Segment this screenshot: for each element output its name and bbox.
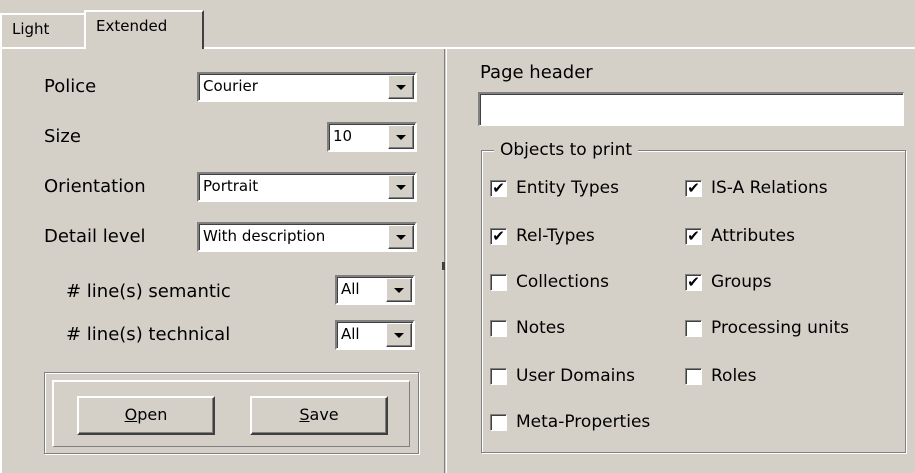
size-value: 10 bbox=[333, 127, 353, 145]
police-select[interactable]: Courier bbox=[197, 72, 417, 102]
checkbox-roles[interactable]: Roles bbox=[685, 366, 757, 386]
tab-light[interactable]: Light bbox=[0, 13, 85, 47]
checkbox-label: Processing units bbox=[711, 318, 849, 338]
orientation-label: Orientation bbox=[44, 176, 146, 197]
checkbox-label: Roles bbox=[711, 366, 757, 386]
checkbox-label: IS-A Relations bbox=[711, 178, 828, 198]
technical-lines-select[interactable]: All bbox=[335, 320, 415, 350]
checkbox-box[interactable]: ✔ bbox=[685, 227, 702, 245]
checkbox-box[interactable] bbox=[685, 319, 702, 337]
checkbox-box[interactable] bbox=[685, 367, 702, 385]
police-label: Police bbox=[44, 76, 97, 97]
checkbox-label: Meta-Properties bbox=[516, 412, 651, 432]
checkbox-box[interactable] bbox=[490, 367, 507, 385]
checkbox-box[interactable] bbox=[490, 413, 507, 431]
semantic-lines-label: # line(s) semantic bbox=[66, 281, 231, 302]
checkbox-box[interactable]: ✔ bbox=[685, 273, 702, 291]
save-rest: ave bbox=[309, 405, 339, 424]
checkbox-user-domains[interactable]: User Domains bbox=[490, 366, 635, 386]
semantic-lines-value: All bbox=[341, 280, 360, 298]
divider-notch bbox=[442, 262, 445, 270]
panel-edge bbox=[0, 47, 2, 473]
checkbox-groups[interactable]: ✔ Groups bbox=[685, 272, 772, 292]
checkbox-label: Groups bbox=[711, 272, 772, 292]
checkbox-processing-units[interactable]: Processing units bbox=[685, 318, 849, 338]
tab-extended[interactable]: Extended bbox=[84, 10, 204, 49]
page-header-label: Page header bbox=[480, 62, 593, 83]
save-button[interactable]: Save bbox=[250, 396, 388, 435]
chevron-down-icon[interactable] bbox=[388, 75, 414, 99]
chevron-down-icon[interactable] bbox=[388, 125, 414, 149]
checkbox-attributes[interactable]: ✔ Attributes bbox=[685, 226, 795, 246]
checkbox-label: User Domains bbox=[516, 366, 635, 386]
technical-lines-label: # line(s) technical bbox=[66, 324, 231, 345]
checkbox-label: Attributes bbox=[711, 226, 795, 246]
checkbox-meta-properties[interactable]: Meta-Properties bbox=[490, 412, 650, 432]
objects-to-print-legend: Objects to print bbox=[494, 138, 639, 162]
technical-lines-value: All bbox=[341, 325, 360, 343]
orientation-value: Portrait bbox=[203, 177, 259, 195]
open-button[interactable]: Open bbox=[77, 396, 215, 435]
save-accel: S bbox=[299, 405, 310, 424]
checkbox-box[interactable]: ✔ bbox=[490, 227, 507, 245]
tab-light-label: Light bbox=[12, 20, 50, 38]
checkbox-is-a-relations[interactable]: ✔ IS-A Relations bbox=[685, 178, 828, 198]
checkbox-box[interactable] bbox=[490, 273, 507, 291]
open-accel: O bbox=[124, 405, 138, 424]
open-rest: pen bbox=[137, 405, 168, 424]
checkbox-rel-types[interactable]: ✔ Rel-Types bbox=[490, 226, 595, 246]
police-value: Courier bbox=[203, 77, 258, 95]
checkbox-label: Notes bbox=[516, 318, 566, 338]
panel-divider-highlight bbox=[446, 49, 447, 473]
chevron-down-icon[interactable] bbox=[386, 278, 412, 302]
semantic-lines-select[interactable]: All bbox=[335, 275, 415, 305]
size-select[interactable]: 10 bbox=[327, 122, 417, 152]
detail-level-label: Detail level bbox=[44, 226, 146, 247]
size-label: Size bbox=[44, 126, 81, 147]
detail-level-select[interactable]: With description bbox=[197, 222, 417, 252]
orientation-select[interactable]: Portrait bbox=[197, 172, 417, 202]
checkbox-notes[interactable]: Notes bbox=[490, 318, 565, 338]
checkbox-label: Collections bbox=[516, 272, 609, 292]
checkbox-collections[interactable]: Collections bbox=[490, 272, 609, 292]
page-header-input[interactable] bbox=[478, 92, 904, 126]
checkbox-box[interactable]: ✔ bbox=[685, 179, 702, 197]
checkbox-label: Rel-Types bbox=[516, 226, 595, 246]
checkbox-box[interactable] bbox=[490, 319, 507, 337]
checkbox-entity-types[interactable]: ✔ Entity Types bbox=[490, 178, 619, 198]
checkbox-box[interactable]: ✔ bbox=[490, 179, 507, 197]
checkbox-label: Entity Types bbox=[516, 178, 619, 198]
tab-extended-label: Extended bbox=[96, 17, 168, 35]
chevron-down-icon[interactable] bbox=[386, 323, 412, 347]
detail-level-value: With description bbox=[203, 227, 326, 245]
panel-divider bbox=[444, 49, 445, 473]
chevron-down-icon[interactable] bbox=[388, 175, 414, 199]
chevron-down-icon[interactable] bbox=[388, 225, 414, 249]
